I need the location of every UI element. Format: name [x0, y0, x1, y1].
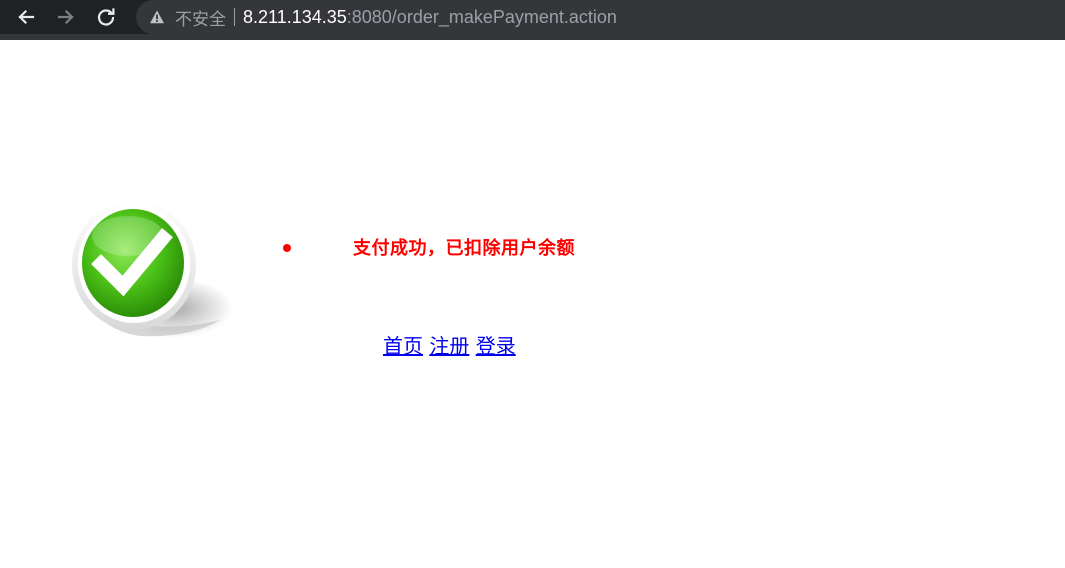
list-bullet [283, 243, 291, 252]
warning-triangle-icon [150, 10, 164, 24]
home-link[interactable]: 首页 [383, 334, 423, 358]
browser-toolbar: 不安全 8.211.134.35:8080/order_makePayment.… [0, 0, 1065, 40]
login-link[interactable]: 登录 [476, 334, 516, 358]
green-checkmark-icon [72, 200, 233, 338]
nav-links: 首页 注册 登录 [383, 330, 516, 359]
payment-success-message: 支付成功，已扣除用户余额 [353, 238, 575, 259]
register-link[interactable]: 注册 [429, 334, 469, 358]
message-list-item: 支付成功，已扣除用户余额 [283, 232, 575, 262]
url-path: :8080/order_makePayment.action [346, 6, 617, 27]
url-text[interactable]: 8.211.134.35:8080/order_makePayment.acti… [243, 7, 617, 28]
address-bar[interactable]: 不安全 8.211.134.35:8080/order_makePayment.… [136, 0, 1065, 34]
url-host: 8.211.134.35 [243, 6, 347, 27]
arrow-left-icon [18, 9, 35, 25]
security-label[interactable]: 不安全 [175, 5, 226, 30]
reload-icon [97, 8, 115, 26]
arrow-right-icon [57, 9, 74, 25]
address-divider [234, 8, 235, 26]
back-button[interactable] [13, 4, 39, 30]
forward-button[interactable] [53, 4, 79, 30]
reload-button[interactable] [93, 4, 119, 30]
